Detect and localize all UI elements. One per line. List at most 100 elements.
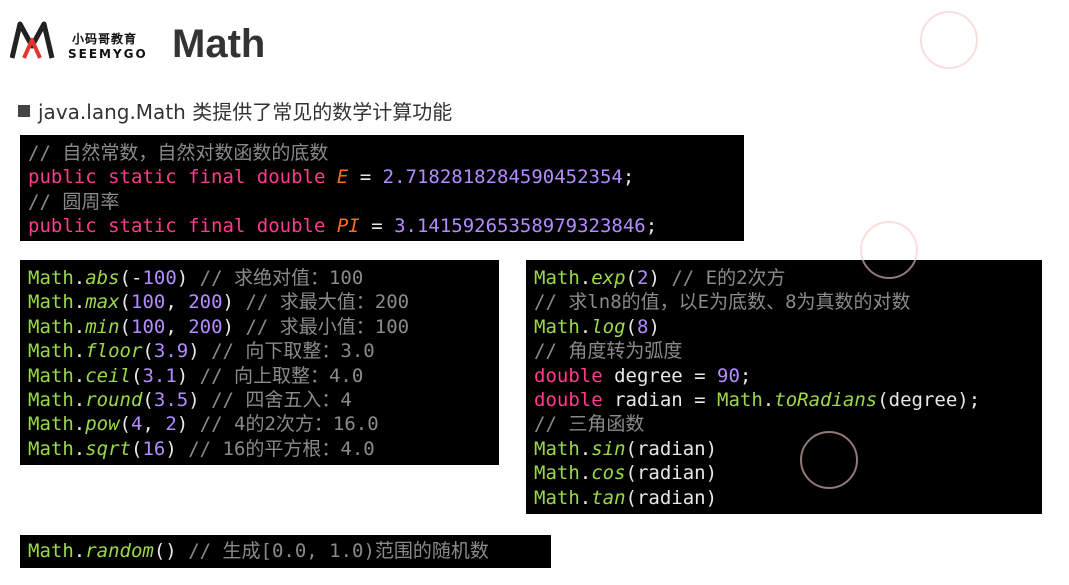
code-token: // 16的平方根：4.0 [188, 437, 375, 460]
code-token: . [73, 267, 86, 289]
code-block-basic-math: Math.abs(-100) // 求绝对值：100 Math.max(100, … [20, 260, 499, 465]
code-token: // 4的2次方：16.0 [199, 413, 379, 436]
code-token: ; [645, 215, 658, 238]
code-token: . [579, 437, 592, 460]
code-token: = [348, 166, 383, 189]
code-token: tan [591, 486, 626, 509]
code-token: Math [717, 388, 763, 411]
code-token: radian = [602, 388, 718, 411]
code-token: // 求最大值：200 [245, 291, 410, 314]
code-token: degree = [602, 364, 718, 387]
code-token: PI [336, 215, 360, 238]
code-token: pow [85, 413, 120, 436]
code-token: sqrt [85, 437, 131, 460]
code-token: . [73, 413, 86, 436]
code-line: Math.tan(radian) [534, 486, 1034, 510]
code-token: // 自然常数，自然对数函数的底数 [28, 142, 329, 164]
code-block-exp-log-trig: Math.exp(2) // E的2次方// 求ln8的值，以E为底数、8为真数… [526, 260, 1042, 514]
code-token: 2.7182818284590452354 [382, 166, 623, 189]
code-token: // 向下取整：3.0 [211, 340, 375, 363]
code-line: // 圆周率 [28, 190, 736, 214]
code-token: 100 [142, 267, 177, 289]
code-token: . [73, 291, 86, 314]
code-token: // 角度转为弧度 [534, 340, 683, 363]
code-line: // 自然常数，自然对数函数的底数 [28, 141, 736, 165]
code-token: Math [534, 437, 580, 460]
code-token: // 三角函数 [534, 413, 645, 436]
code-token: Math [28, 364, 74, 387]
code-token: ( [625, 267, 637, 289]
code-token: ) [188, 388, 212, 411]
code-token: ) [648, 267, 672, 289]
code-token: // 四舍五入：4 [211, 388, 352, 411]
code-token: . [73, 388, 86, 411]
code-token: double [534, 364, 603, 387]
logo: 小码哥教育 SEEMYGO [10, 18, 150, 64]
code-token: , [165, 315, 189, 338]
code-token: Math [28, 315, 74, 338]
code-token: . [579, 315, 592, 338]
code-token: (degree); [877, 388, 981, 411]
code-token: . [73, 540, 86, 562]
code-token: ) [222, 291, 246, 314]
code-token: ) [176, 267, 200, 289]
code-token: ( [119, 291, 131, 314]
code-token: 200 [188, 291, 223, 314]
code-token: ( [130, 364, 143, 387]
code-token: ) [222, 315, 246, 338]
code-token: ) [648, 315, 660, 338]
code-token: 100 [131, 315, 166, 338]
code-token: // 生成[0.0, 1.0)范围的随机数 [188, 540, 489, 562]
code-token: . [73, 315, 86, 338]
code-line: // 三角函数 [534, 412, 1034, 436]
code-token: ) [176, 364, 200, 387]
code-token: sin [591, 437, 626, 460]
code-token: cos [591, 462, 626, 485]
code-token: ) [176, 413, 200, 436]
logo-en-text: SEEMYGO [68, 47, 148, 61]
code-token: . [579, 486, 592, 509]
code-line: Math.random() // 生成[0.0, 1.0)范围的随机数 [28, 539, 543, 563]
code-token: 8 [637, 315, 649, 338]
code-token: 3.9 [153, 340, 189, 363]
code-line: Math.log(8) [534, 315, 1034, 339]
code-token: Math [28, 540, 74, 562]
code-token: (radian) [625, 462, 718, 485]
code-block-random: Math.random() // 生成[0.0, 1.0)范围的随机数 [20, 535, 551, 568]
code-line: // 求ln8的值，以E为底数、8为真数的对数 [534, 290, 1034, 314]
code-line: // 角度转为弧度 [534, 339, 1034, 363]
code-line: Math.ceil(3.1) // 向上取整：4.0 [28, 364, 491, 388]
code-line: Math.max(100, 200) // 求最大值：200 [28, 290, 491, 314]
code-token: round [85, 388, 143, 411]
code-token: . [73, 437, 86, 460]
code-block-constants: // 自然常数，自然对数函数的底数 public static final dou… [20, 135, 744, 241]
code-line: public static final double E = 2.7182818… [28, 165, 736, 189]
code-token: double [534, 388, 603, 411]
code-token: // E的2次方 [671, 267, 786, 289]
code-token: Math [28, 267, 74, 289]
code-token: public static final double [28, 215, 337, 238]
logo-cn-text: 小码哥教育 [72, 32, 138, 46]
code-token: ; [739, 364, 752, 387]
code-line: Math.cos(radian) [534, 461, 1034, 485]
code-token: 90 [717, 364, 740, 387]
code-line: Math.round(3.5) // 四舍五入：4 [28, 388, 491, 412]
code-token: . [762, 388, 775, 411]
code-token: . [73, 364, 86, 387]
code-token: . [579, 462, 592, 485]
code-token: Math [534, 315, 580, 338]
code-token: Math [28, 388, 74, 411]
code-token: ceil [85, 364, 131, 387]
code-token: ) [165, 437, 189, 460]
logo-mark-icon [10, 21, 55, 59]
code-token: ( [142, 388, 154, 411]
code-token: abs [85, 267, 120, 289]
code-token: 3.1 [142, 364, 177, 387]
code-line: Math.floor(3.9) // 向下取整：3.0 [28, 339, 491, 363]
code-token: 16 [142, 437, 166, 460]
code-token: . [579, 267, 592, 289]
code-token: max [85, 291, 120, 314]
code-line: public static final double PI = 3.141592… [28, 214, 736, 238]
code-line: Math.sqrt(16) // 16的平方根：4.0 [28, 437, 491, 461]
page-title: Math [172, 22, 266, 66]
